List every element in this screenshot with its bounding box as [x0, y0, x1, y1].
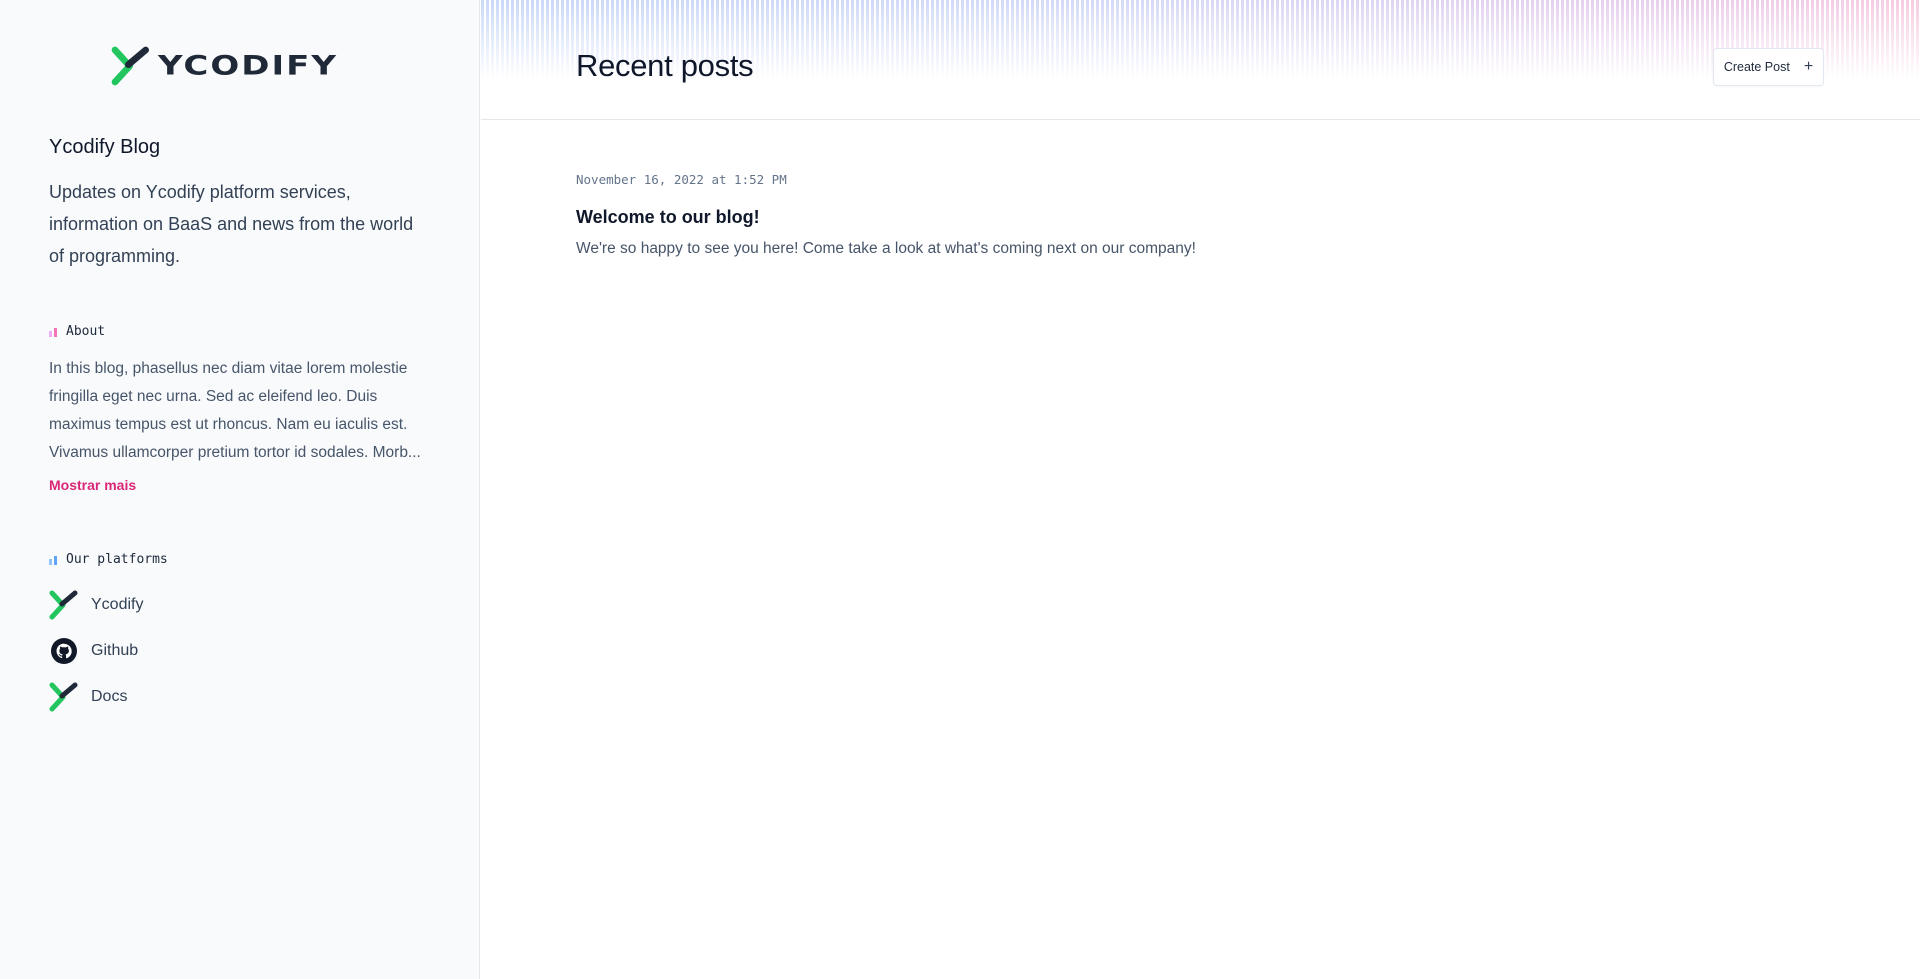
ycodify-logo-icon [111, 46, 149, 86]
logo-wordmark: YCODIFY [158, 50, 338, 82]
main-content: Recent posts Create Post + November 16, … [481, 0, 1920, 979]
ycodify-logo-icon [49, 590, 79, 620]
post-item[interactable]: November 16, 2022 at 1:52 PM Welcome to … [576, 172, 1196, 258]
platform-link-github[interactable]: Github [49, 636, 138, 666]
about-heading-label: About [66, 324, 106, 339]
page-title: Recent posts [576, 48, 754, 83]
platforms-heading-label: Our platforms [66, 552, 168, 567]
about-heading: About [49, 324, 105, 339]
ycodify-logo[interactable]: YCODIFY [110, 46, 338, 86]
platform-link-docs[interactable]: Docs [49, 682, 127, 712]
ycodify-logo-icon [49, 682, 79, 712]
platform-link-ycodify[interactable]: Ycodify [49, 590, 143, 620]
platforms-heading: Our platforms [49, 552, 168, 567]
plus-icon: + [1803, 58, 1814, 75]
platform-label: Ycodify [91, 596, 144, 613]
blog-description: Updates on Ycodify platform services, in… [49, 182, 414, 266]
create-post-button[interactable]: Create Post + [1713, 48, 1824, 86]
post-excerpt: We're so happy to see you here! Come tak… [576, 240, 1196, 257]
about-text: In this blog, phasellus nec diam vitae l… [49, 360, 421, 461]
bar-chart-icon [49, 555, 57, 565]
sidebar: YCODIFY Ycodify Blog Updates on Ycodify … [0, 0, 480, 979]
show-more-link[interactable]: Mostrar mais [49, 477, 136, 493]
bar-chart-icon [49, 327, 57, 337]
blog-title: Ycodify Blog [49, 136, 161, 158]
post-date: November 16, 2022 at 1:52 PM [576, 172, 787, 187]
create-post-label: Create Post [1723, 60, 1790, 74]
github-icon [49, 636, 79, 666]
platform-label: Github [91, 642, 139, 659]
platform-label: Docs [91, 688, 128, 705]
page-header: Recent posts Create Post + [481, 0, 1920, 120]
post-title[interactable]: Welcome to our blog! [576, 207, 1196, 228]
